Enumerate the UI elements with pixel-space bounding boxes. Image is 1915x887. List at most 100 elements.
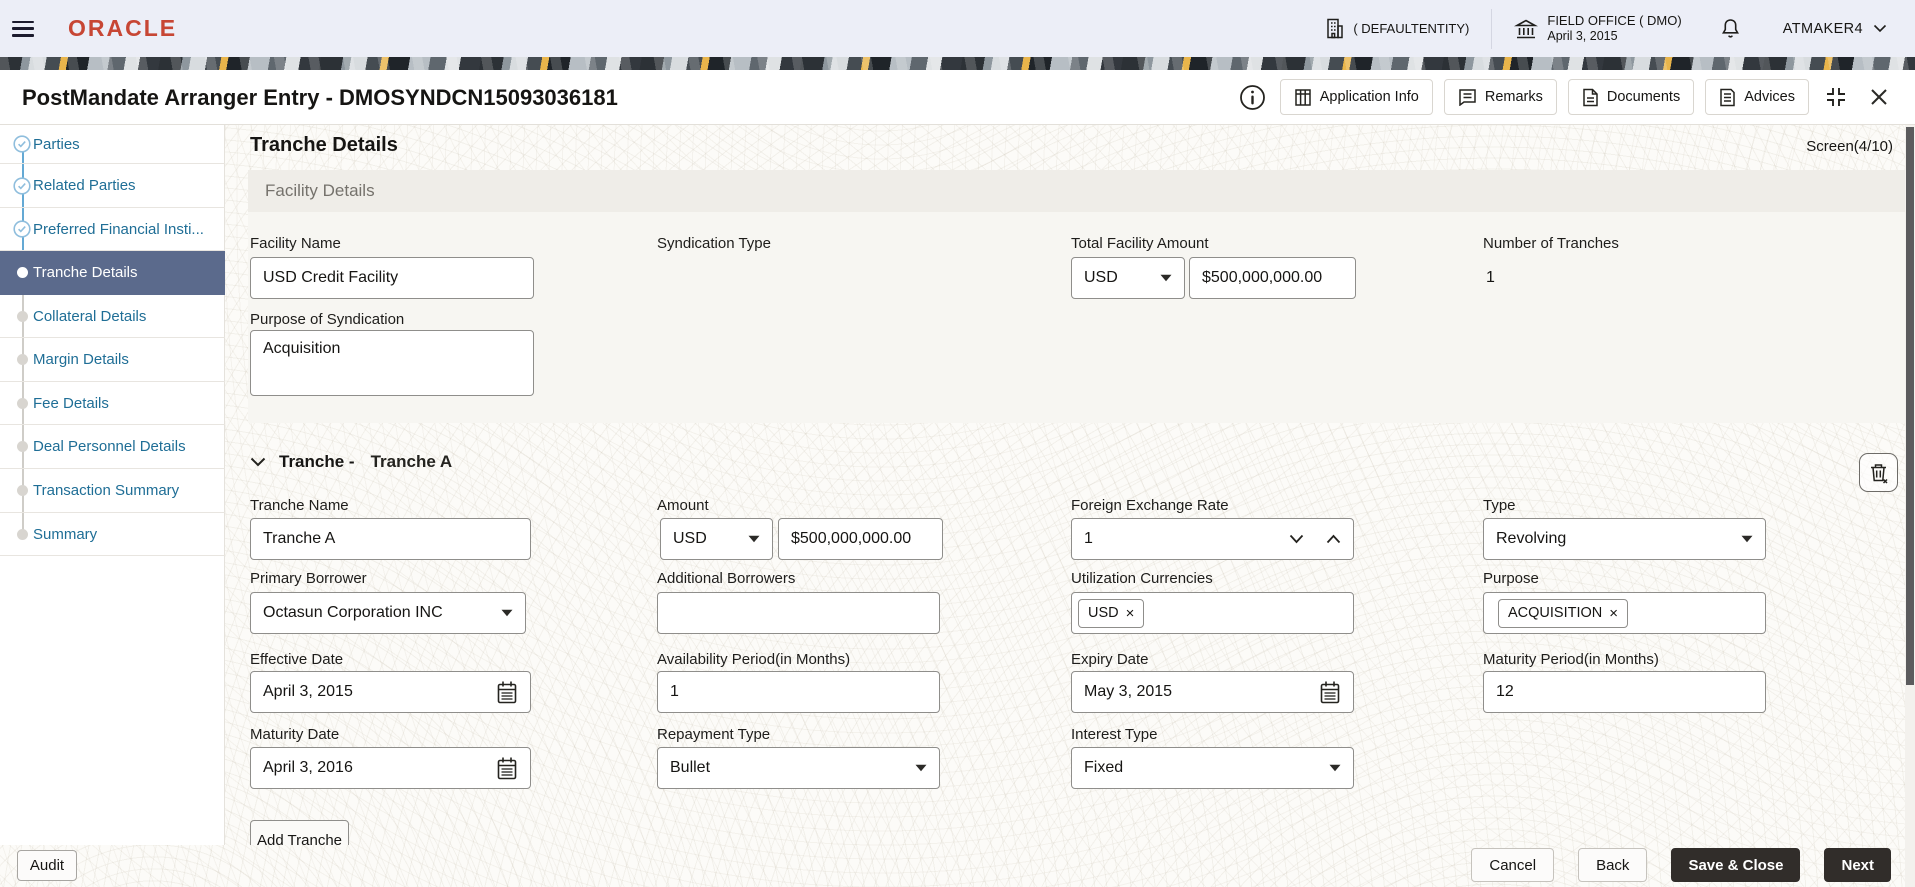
- caret-down-icon: [1160, 274, 1172, 282]
- tranche-section-header[interactable]: Tranche - Tranche A: [250, 452, 452, 472]
- close-icon[interactable]: [1863, 81, 1895, 113]
- notifications-bell-icon[interactable]: [1720, 17, 1741, 40]
- expand-button[interactable]: [1820, 81, 1852, 113]
- effective-date-field[interactable]: April 3, 2015: [250, 671, 531, 713]
- sidebar-item-margin-details[interactable]: Margin Details: [0, 338, 225, 382]
- availability-period-label: Availability Period(in Months): [657, 651, 851, 668]
- purpose-field[interactable]: ACQUISITION ×: [1483, 592, 1766, 634]
- stepper-up-icon[interactable]: [1326, 534, 1341, 544]
- add-tranche-button[interactable]: Add Tranche: [250, 820, 349, 845]
- application-info-button[interactable]: Application Info: [1279, 79, 1433, 115]
- purpose-of-syndication-textarea[interactable]: Acquisition: [250, 330, 534, 396]
- screen-heading: Tranche Details: [250, 134, 398, 156]
- caret-down-icon: [501, 609, 513, 617]
- primary-borrower-label: Primary Borrower: [250, 570, 367, 587]
- caret-down-icon: [915, 764, 927, 772]
- fx-rate-value: 1: [1084, 530, 1093, 547]
- sidebar-item-preferred-financial[interactable]: Preferred Financial Insti...: [0, 208, 225, 251]
- branch-name: FIELD OFFICE ( DMO): [1547, 13, 1682, 28]
- documents-label: Documents: [1606, 89, 1681, 105]
- footer-actions: Cancel Back Save & Close Next: [1471, 848, 1891, 882]
- amount-label: Amount: [657, 497, 709, 514]
- purpose-chip: ACQUISITION ×: [1498, 598, 1629, 628]
- hamburger-menu-icon[interactable]: [12, 20, 34, 37]
- total-facility-currency-select[interactable]: USD: [1071, 257, 1185, 299]
- delete-tranche-button[interactable]: [1859, 453, 1898, 492]
- info-button[interactable]: [1237, 81, 1269, 113]
- facility-name-input[interactable]: [250, 257, 534, 299]
- advices-button[interactable]: Advices: [1705, 79, 1809, 115]
- number-of-tranches-value: 1: [1486, 269, 1495, 286]
- remarks-icon: [1458, 88, 1477, 106]
- step-check-icon: [13, 176, 31, 195]
- amount-currency-value: USD: [673, 530, 707, 547]
- fx-rate-stepper[interactable]: 1: [1071, 518, 1354, 560]
- wizard-sidebar: Parties Related Parties Preferred Financ…: [0, 125, 225, 845]
- collapse-chevron-icon[interactable]: [250, 457, 266, 467]
- branch-date: April 3, 2015: [1547, 29, 1618, 43]
- calendar-icon[interactable]: [496, 680, 518, 705]
- step-check-icon: [13, 135, 31, 153]
- sidebar-item-transaction-summary[interactable]: Transaction Summary: [0, 469, 225, 513]
- amount-currency-select[interactable]: USD: [660, 518, 773, 560]
- branch-selector[interactable]: FIELD OFFICE ( DMO) April 3, 2015: [1514, 13, 1682, 44]
- entity-label: ( DEFAULTENTITY): [1353, 21, 1470, 36]
- calendar-icon[interactable]: [496, 756, 518, 781]
- chip-remove-icon[interactable]: ×: [1126, 605, 1135, 622]
- sidebar-item-parties[interactable]: Parties: [0, 125, 225, 164]
- next-button[interactable]: Next: [1824, 848, 1891, 882]
- type-value: Revolving: [1496, 530, 1567, 547]
- documents-icon: [1582, 88, 1599, 107]
- type-select[interactable]: Revolving: [1483, 518, 1766, 560]
- calendar-icon[interactable]: [1319, 680, 1341, 705]
- cancel-button[interactable]: Cancel: [1471, 848, 1555, 882]
- advices-icon: [1719, 88, 1736, 107]
- expiry-date-value: May 3, 2015: [1084, 683, 1173, 700]
- username: ATMAKER4: [1782, 20, 1863, 37]
- step-current-dot: [17, 267, 28, 278]
- application-info-label: Application Info: [1319, 89, 1419, 105]
- number-of-tranches-label: Number of Tranches: [1483, 235, 1619, 252]
- sidebar-item-tranche-details[interactable]: Tranche Details: [0, 251, 225, 295]
- interest-type-select[interactable]: Fixed: [1071, 747, 1354, 789]
- total-facility-amount-input[interactable]: [1189, 257, 1356, 299]
- sidebar-item-summary[interactable]: Summary: [0, 513, 225, 556]
- expiry-date-field[interactable]: May 3, 2015: [1071, 671, 1354, 713]
- facility-name-label: Facility Name: [250, 235, 341, 252]
- scrollbar-thumb[interactable]: [1906, 127, 1914, 685]
- utilization-currencies-field[interactable]: USD ×: [1071, 592, 1354, 634]
- maturity-period-input[interactable]: [1483, 671, 1766, 713]
- additional-borrowers-input[interactable]: [657, 592, 940, 634]
- tranche-name-label: Tranche Name: [250, 497, 349, 514]
- sidebar-item-related-parties[interactable]: Related Parties: [0, 164, 225, 208]
- sidebar-item-fee-details[interactable]: Fee Details: [0, 382, 225, 425]
- remarks-button[interactable]: Remarks: [1443, 79, 1557, 115]
- entity-selector[interactable]: ( DEFAULTENTITY): [1325, 18, 1469, 39]
- save-close-button[interactable]: Save & Close: [1671, 848, 1801, 882]
- sidebar-item-collateral-details[interactable]: Collateral Details: [0, 295, 225, 338]
- footer-bar: Audit Cancel Back Save & Close Next: [0, 845, 1915, 887]
- application-info-icon: [1294, 88, 1312, 107]
- utilization-currencies-label: Utilization Currencies: [1071, 570, 1213, 587]
- chip-remove-icon[interactable]: ×: [1609, 605, 1618, 622]
- top-app-bar: ORACLE ( DEFAULTENTITY) FIELD OFFICE (D…: [0, 0, 1915, 57]
- tranche-section-name: Tranche A: [370, 452, 453, 471]
- documents-button[interactable]: Documents: [1567, 79, 1695, 115]
- primary-borrower-select[interactable]: Octasun Corporation INC: [250, 592, 526, 634]
- currency-chip-label: USD: [1088, 605, 1119, 621]
- effective-date-value: April 3, 2015: [263, 683, 353, 700]
- amount-input[interactable]: [778, 518, 943, 560]
- stepper-down-icon[interactable]: [1289, 534, 1304, 544]
- repayment-type-select[interactable]: Bullet: [657, 747, 940, 789]
- caret-down-icon: [748, 535, 760, 543]
- tranche-name-input[interactable]: [250, 518, 531, 560]
- sidebar-item-deal-personnel[interactable]: Deal Personnel Details: [0, 425, 225, 469]
- trash-icon: [1868, 462, 1889, 484]
- back-button[interactable]: Back: [1578, 848, 1648, 882]
- maturity-date-field[interactable]: April 3, 2016: [250, 747, 531, 789]
- total-facility-currency-value: USD: [1084, 269, 1118, 286]
- audit-button[interactable]: Audit: [17, 850, 77, 881]
- step-upcoming-dot: [17, 485, 28, 496]
- availability-period-input[interactable]: [657, 671, 940, 713]
- user-menu[interactable]: ATMAKER4: [1783, 21, 1887, 37]
